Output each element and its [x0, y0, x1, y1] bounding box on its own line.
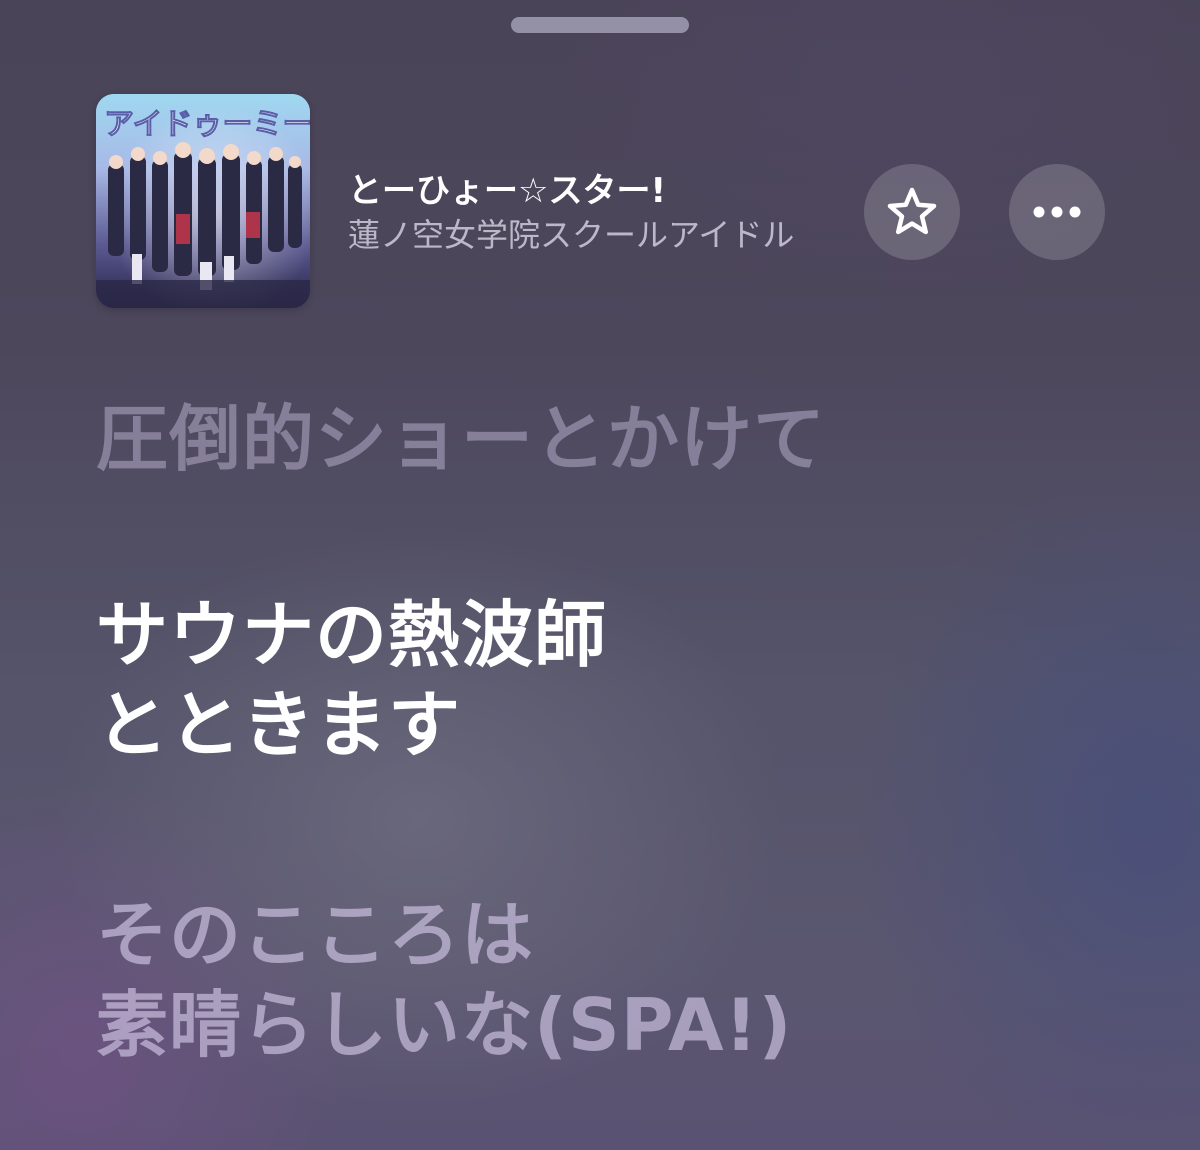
album-artwork[interactable]: アイドゥーミー! — [96, 94, 310, 308]
more-options-button[interactable] — [1009, 164, 1105, 260]
lyric-line-current[interactable]: サウナの熱波師 とときます — [96, 590, 607, 770]
star-outline-icon — [887, 187, 937, 235]
lyric-line-next[interactable]: そのこころは 素晴らしいな(SPA!) — [96, 890, 792, 1070]
track-title: とーひょー☆スター! — [348, 171, 666, 211]
track-artist: 蓮ノ空女学院スクールアイドル — [348, 216, 795, 254]
track-info[interactable]: とーひょー☆スター! 蓮ノ空女学院スクールアイドル — [348, 170, 868, 256]
lyric-text: とときます — [96, 683, 462, 767]
now-playing-header: アイドゥーミー! とーひょー☆スター! 蓮ノ空女学院スクールアイドル — [96, 94, 1106, 310]
lyric-text: サウナの熱波師 — [96, 593, 608, 677]
album-logo-text: アイドゥーミー! — [104, 107, 310, 142]
lyric-text: そのこころは — [96, 893, 535, 977]
album-artwork-image: アイドゥーミー! — [96, 94, 310, 308]
lyric-line-previous[interactable]: 圧倒的ショーとかけて — [96, 394, 826, 484]
favorite-button[interactable] — [864, 164, 960, 260]
lyric-text: 素晴らしいな(SPA!) — [96, 983, 793, 1067]
ellipsis-icon — [1033, 206, 1081, 218]
lyric-text: 圧倒的ショーとかけて — [96, 397, 827, 481]
sheet-grabber-handle[interactable] — [511, 17, 689, 33]
